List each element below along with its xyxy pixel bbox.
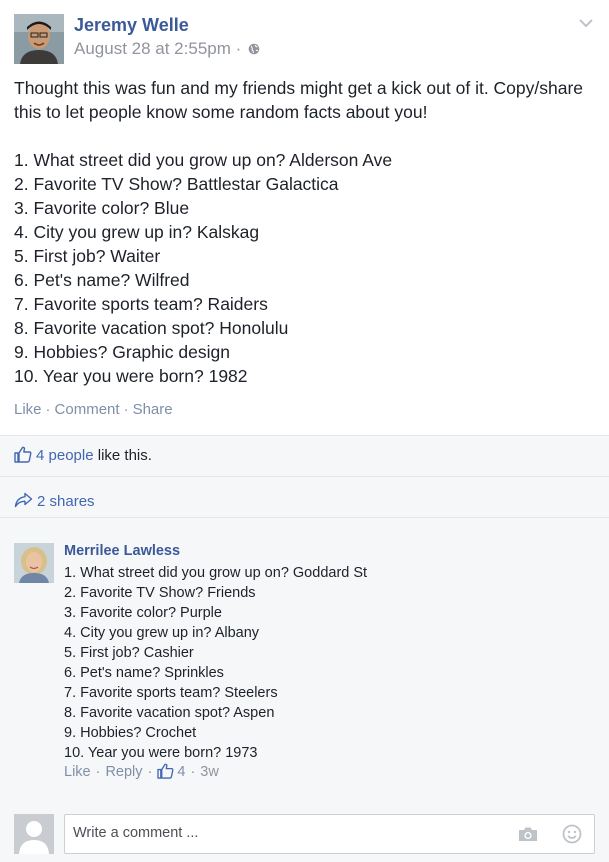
smiley-icon[interactable] <box>562 824 582 849</box>
post-header: Jeremy Welle August 28 at 2:55pm · <box>14 14 595 66</box>
facts-list: 1. What street did you grow up on? Alder… <box>14 148 596 388</box>
action-separator: · <box>45 401 51 418</box>
viewer-avatar <box>14 814 54 854</box>
share-arrow-icon <box>14 492 33 512</box>
thumbs-up-icon <box>157 763 174 783</box>
action-separator: · <box>147 764 153 780</box>
fact-item: 1. What street did you grow up on? Alder… <box>14 150 393 170</box>
comment-line: 1. What street did you grow up on? Godda… <box>64 565 368 581</box>
fact-item: 10. Year you were born? 1982 <box>14 366 248 386</box>
comment-line: 4. City you grew up in? Albany <box>64 625 260 641</box>
comment-like-count[interactable]: 4 <box>177 764 185 780</box>
shares-summary: 2 shares <box>14 492 95 512</box>
comment-line: 10. Year you were born? 1973 <box>64 745 258 761</box>
fact-item: 2. Favorite TV Show? Battlestar Galactic… <box>14 174 339 194</box>
share-link[interactable]: Share <box>133 401 173 418</box>
comment-timestamp[interactable]: 3w <box>200 764 219 780</box>
likes-people-link[interactable]: 4 people <box>36 447 94 464</box>
globe-icon[interactable] <box>248 40 260 60</box>
action-separator: · <box>123 401 129 418</box>
comment-line: 6. Pet's name? Sprinkles <box>64 665 224 681</box>
post-intro: Thought this was fun and my friends migh… <box>14 78 584 122</box>
post-timestamp[interactable]: August 28 at 2:55pm <box>74 39 231 58</box>
comment-like-link[interactable]: Like <box>64 764 91 780</box>
comment-line: 3. Favorite color? Purple <box>64 605 222 621</box>
chevron-down-icon[interactable] <box>577 16 595 30</box>
comment-line: 5. First job? Cashier <box>64 645 194 661</box>
action-separator: · <box>95 764 101 780</box>
fact-item: 8. Favorite vacation spot? Honolulu <box>14 318 289 338</box>
fact-item: 3. Favorite color? Blue <box>14 198 190 218</box>
action-separator: · <box>190 764 196 780</box>
thumbs-up-icon <box>14 446 32 467</box>
meta-separator: · <box>235 39 242 58</box>
comment-actions: Like · Reply · 4 · 3w <box>64 763 219 783</box>
fact-item: 4. City you grew up in? Kalskag <box>14 222 260 242</box>
fact-item: 7. Favorite sports team? Raiders <box>14 294 268 314</box>
comment-link[interactable]: Comment <box>55 401 120 418</box>
likes-summary: 4 people like this. <box>14 446 152 467</box>
comment-line: 8. Favorite vacation spot? Aspen <box>64 705 275 721</box>
shares-link[interactable]: 2 shares <box>37 493 95 510</box>
comment-line: 9. Hobbies? Crochet <box>64 725 197 741</box>
comment-line: 7. Favorite sports team? Steelers <box>64 685 278 701</box>
likes-suffix: like this. <box>97 447 152 464</box>
fact-item: 5. First job? Waiter <box>14 246 161 266</box>
comment-reply-link[interactable]: Reply <box>105 764 142 780</box>
comment-placeholder: Write a comment ... <box>73 825 199 841</box>
comment-input[interactable]: Write a comment ... <box>64 814 595 854</box>
like-link[interactable]: Like <box>14 401 42 418</box>
comment-text: 1. What street did you grow up on? Godda… <box>64 563 367 763</box>
author-avatar[interactable] <box>14 14 64 64</box>
fact-item: 6. Pet's name? Wilfred <box>14 270 190 290</box>
commenter-avatar[interactable] <box>14 543 54 583</box>
author-name[interactable]: Jeremy Welle <box>74 15 189 36</box>
post-meta: August 28 at 2:55pm · <box>74 39 260 60</box>
camera-icon[interactable] <box>518 826 538 847</box>
commenter-name[interactable]: Merrilee Lawless <box>64 543 180 559</box>
post-body: Thought this was fun and my friends migh… <box>14 76 596 388</box>
post-actions: Like · Comment · Share <box>14 401 173 418</box>
comment-line: 2. Favorite TV Show? Friends <box>64 585 256 601</box>
fact-item: 9. Hobbies? Graphic design <box>14 342 230 362</box>
comment-composer: Write a comment ... <box>14 814 595 854</box>
